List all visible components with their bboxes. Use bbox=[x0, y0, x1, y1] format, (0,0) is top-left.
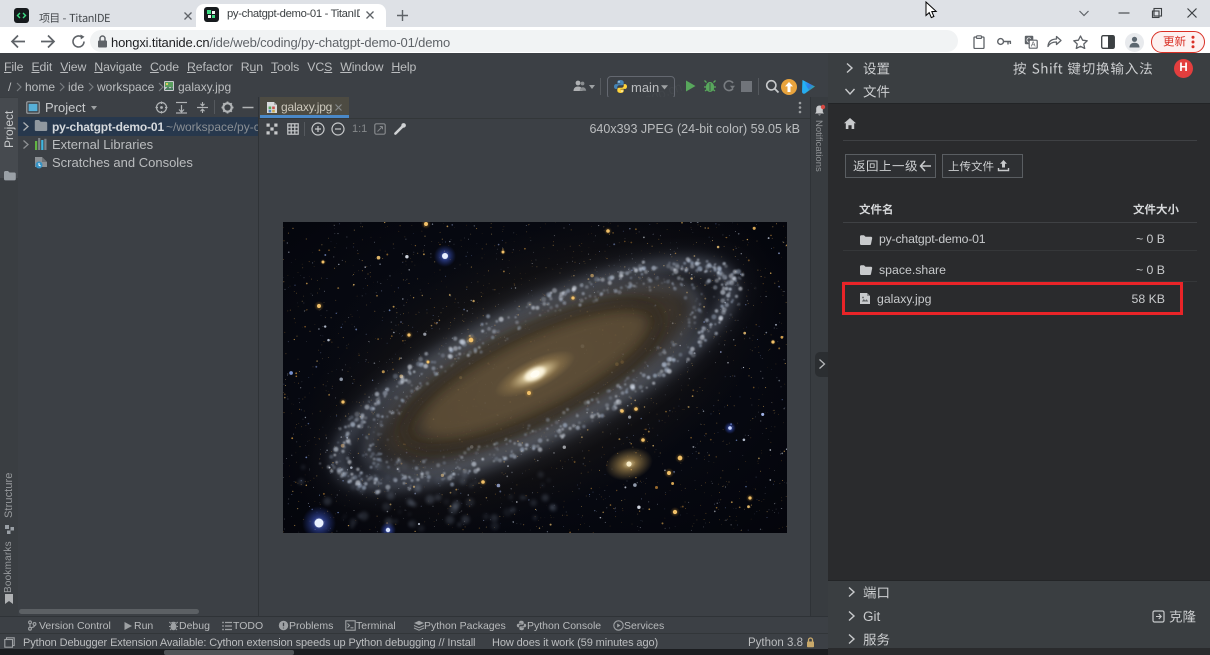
svg-text:A: A bbox=[1031, 42, 1036, 49]
